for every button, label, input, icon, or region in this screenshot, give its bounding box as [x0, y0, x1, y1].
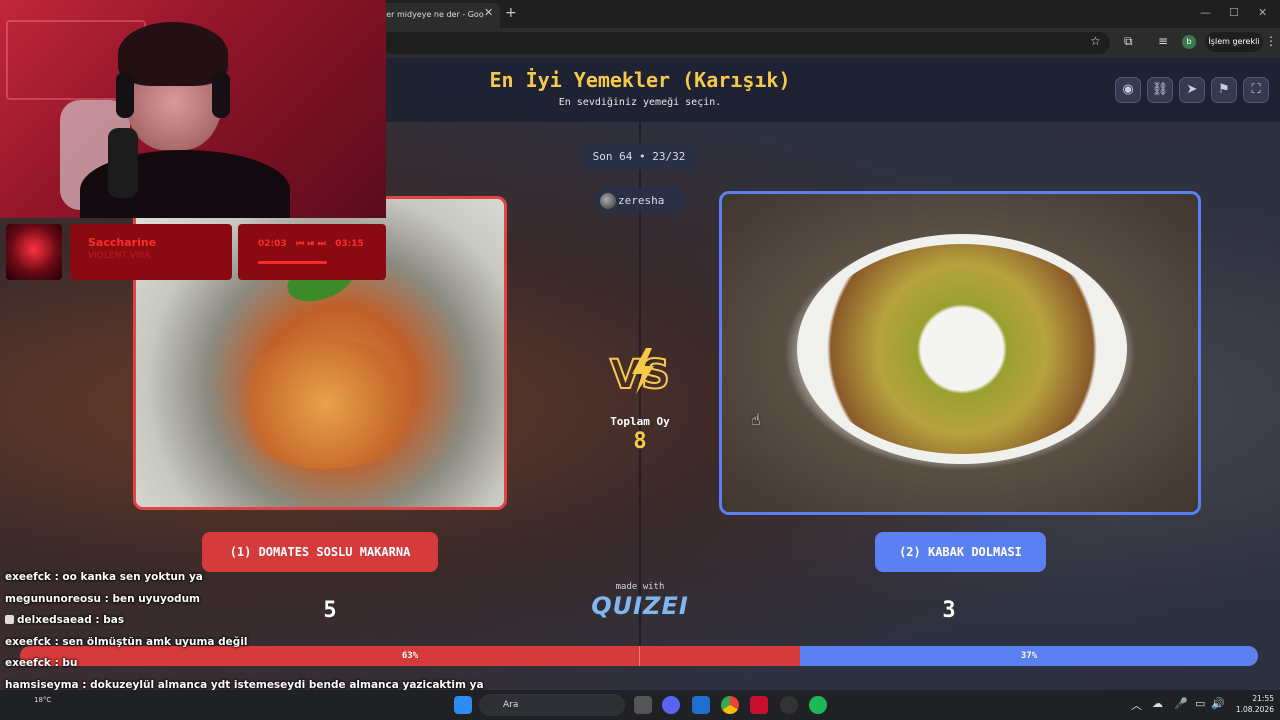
quizei-logo[interactable]: QUIZEI	[580, 592, 700, 620]
playback-controls: ⏮ ⏯ ⏭	[296, 239, 326, 249]
stuffed-zucchini-plate	[797, 234, 1127, 464]
total-votes-label: Toplam Oy	[610, 415, 670, 428]
start-button[interactable]	[454, 696, 472, 714]
option-2-percent: 37%	[1020, 651, 1038, 661]
username: zeresha	[618, 194, 665, 207]
app-icon[interactable]	[692, 696, 710, 714]
browser-menu-icon[interactable]: ⋮	[1265, 34, 1277, 48]
network-icon[interactable]: ▭	[1195, 697, 1205, 710]
round-indicator: Son 64 • 23/32	[580, 144, 698, 170]
minimize-button[interactable]: —	[1200, 6, 1211, 19]
bookmark-star-icon[interactable]: ☆	[1090, 34, 1101, 48]
discord-icon[interactable]	[662, 696, 680, 714]
chrome-icon[interactable]	[721, 696, 739, 714]
taskbar-search[interactable]: Ara	[479, 694, 625, 716]
link-icon[interactable]: ⛓	[1147, 77, 1173, 103]
microphone	[108, 128, 138, 198]
made-with-label: made with	[615, 582, 665, 592]
vote-option-1-button[interactable]: (1) DOMATES SOSLU MAKARNA	[202, 532, 438, 572]
volume-icon[interactable]: 🔊	[1211, 697, 1225, 710]
headphones-right	[212, 72, 230, 118]
address-bar[interactable]	[380, 32, 1110, 54]
weather-temperature[interactable]: 18°C	[34, 696, 51, 704]
chat-message-text: exeefck : sen ölmüştün amk uyuma değil	[5, 635, 248, 648]
screen: ler midyeye ne der - Goo ✕ + — ☐ ✕ ☆ ⧉ ≡…	[0, 0, 1280, 720]
headphones-left	[116, 72, 134, 118]
obs-icon[interactable]	[780, 696, 798, 714]
new-tab-button[interactable]: +	[505, 5, 517, 21]
chat-message-text: delxedsaead : bas	[17, 614, 125, 626]
chat-message: exeefck : oo kanka sen yoktun ya	[5, 571, 465, 593]
tray-chevron-icon[interactable]: ︿	[1131, 697, 1142, 713]
webcam-overlay	[0, 0, 386, 218]
eye-icon[interactable]: ◉	[1115, 77, 1141, 103]
spotify-icon[interactable]	[809, 696, 827, 714]
user-avatar	[600, 193, 616, 209]
update-required-button[interactable]: İşlem gerekli	[1205, 32, 1263, 52]
media-control-icon[interactable]: ≡	[1158, 34, 1168, 48]
close-window-button[interactable]: ✕	[1258, 6, 1267, 19]
option-2-votes: 3	[942, 598, 956, 623]
track-duration: 03:15	[335, 239, 364, 249]
total-votes-value: 8	[633, 429, 647, 454]
versus-icon: VS	[609, 348, 671, 396]
mouse-pointer-icon: ☝	[751, 410, 761, 429]
chat-message-text: exeefck : bu	[5, 657, 78, 669]
send-icon[interactable]: ➤	[1179, 77, 1205, 103]
microphone-icon[interactable]: 🎤	[1174, 697, 1188, 710]
badge-icon	[5, 615, 14, 624]
fullscreen-icon[interactable]: ⛶	[1243, 77, 1269, 103]
flag-icon[interactable]: ⚑	[1211, 77, 1237, 103]
now-playing-info: Saccharine VIOLENT VIRA	[70, 224, 232, 280]
chat-message: delxedsaead : bas	[5, 614, 465, 636]
cloud-icon[interactable]: ☁	[1152, 697, 1163, 710]
track-title: Saccharine	[88, 236, 157, 249]
media-app-icon[interactable]	[750, 696, 768, 714]
chat-message: exeefck : bu	[5, 657, 465, 679]
tab-close-icon[interactable]: ✕	[484, 6, 493, 19]
option-right-image[interactable]	[719, 191, 1201, 515]
vote-option-2-button[interactable]: (2) KABAK DOLMASI	[875, 532, 1046, 572]
chat-message-text: hamsiseyma : dokuzeylül almanca ydt iste…	[5, 678, 484, 691]
clock-date: 1.08.2026	[1235, 705, 1274, 714]
chat-message: megununoreosu : ben uyuyodum	[5, 593, 465, 615]
tab-title: ler midyeye ne der - Goo	[384, 10, 484, 19]
maximize-button[interactable]: ☐	[1229, 6, 1239, 19]
extensions-icon[interactable]: ⧉	[1124, 34, 1133, 49]
user-badge: zeresha	[594, 188, 686, 214]
elapsed-time: 02:03	[258, 239, 287, 249]
profile-avatar[interactable]: b	[1182, 35, 1196, 49]
clock-time: 21:55	[1252, 694, 1274, 703]
chat-message-text: megununoreosu : ben uyuyodum	[5, 592, 200, 605]
track-progress-bar	[258, 261, 327, 264]
album-art	[6, 224, 62, 280]
system-clock[interactable]: 21:55 1.08.2026	[1224, 693, 1274, 715]
spaghetti-nest	[226, 339, 426, 469]
now-playing-progress: 02:03 ⏮ ⏯ ⏭ 03:15	[238, 224, 386, 280]
chat-message-text: exeefck : oo kanka sen yoktun ya	[5, 571, 203, 583]
track-artist: VIOLENT VIRA	[88, 251, 151, 261]
bar-center-marker	[639, 646, 640, 666]
browser-tab[interactable]: ler midyeye ne der - Goo	[378, 3, 500, 28]
chat-message: exeefck : sen ölmüştün amk uyuma değil	[5, 636, 465, 658]
task-view-icon[interactable]	[634, 696, 652, 714]
